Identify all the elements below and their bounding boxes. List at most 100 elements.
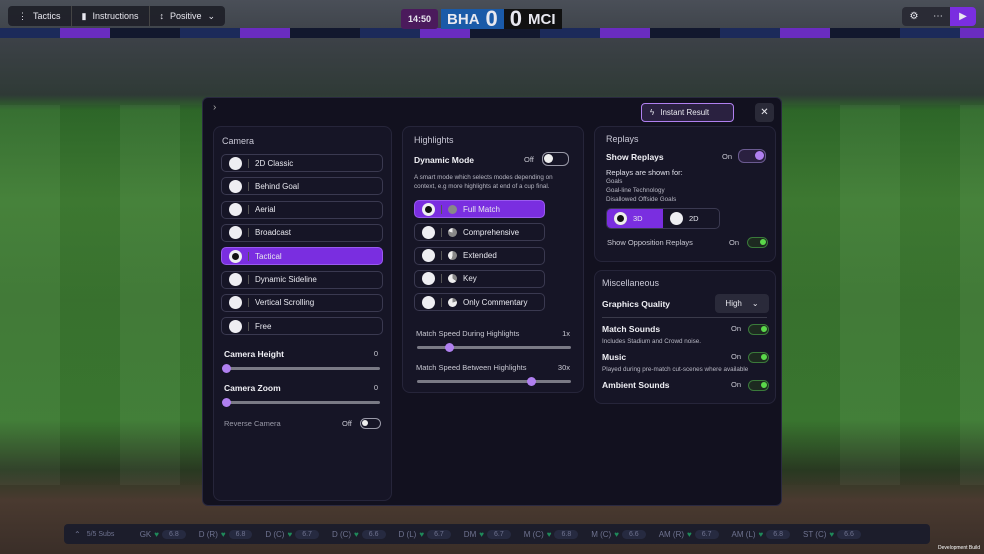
highlights-option[interactable]: Full Match <box>414 200 545 218</box>
instant-result-button[interactable]: ϟ Instant Result <box>641 103 734 122</box>
mentality-dropdown[interactable]: ↕ Positive ⌄ <box>150 6 226 26</box>
player-slot[interactable]: ST (C) ♥ 6.6 <box>803 529 861 539</box>
player-rating: 6.7 <box>295 529 319 539</box>
expand-chevron-icon[interactable]: ⌃ <box>74 530 81 539</box>
position-label: M (C) <box>591 529 612 539</box>
camera-panel: Camera 2D Classic Behind Goal Aerial Broadc… <box>213 126 392 501</box>
dynamic-mode-toggle[interactable] <box>542 152 569 166</box>
tactics-label: Tactics <box>33 11 61 21</box>
camera-option[interactable]: Free <box>221 317 383 336</box>
slider-thumb[interactable] <box>526 377 536 386</box>
position-label: D (R) <box>198 529 218 539</box>
lightning-icon: ϟ <box>650 108 655 117</box>
highlights-option[interactable]: Only Commentary <box>414 293 545 312</box>
show-replays-toggle[interactable] <box>738 149 766 163</box>
player-slot[interactable]: D (C) ♥ 6.6 <box>331 529 386 539</box>
camera-option[interactable]: Tactical <box>221 247 383 266</box>
camera-option[interactable]: Behind Goal <box>221 177 383 196</box>
slider-thumb[interactable] <box>222 364 231 373</box>
match-sounds-state: On <box>731 324 742 333</box>
separator <box>248 321 249 331</box>
clipboard-icon: ▮ <box>81 10 87 21</box>
opposition-replays-toggle[interactable] <box>747 237 768 248</box>
graphics-quality-value: High <box>725 299 742 308</box>
player-slot[interactable]: GK ♥ 6.8 <box>140 529 186 539</box>
highlights-option[interactable]: Comprehensive <box>414 223 545 242</box>
ambient-sounds-toggle[interactable] <box>748 380 769 391</box>
speed-between-slider[interactable] <box>417 377 571 386</box>
separator <box>248 228 249 238</box>
position-label: D (C) <box>331 529 352 539</box>
heart-icon: ♥ <box>546 529 552 539</box>
tactics-button[interactable]: ⋮ Tactics <box>8 6 72 26</box>
player-slot[interactable]: DM ♥ 6.7 <box>464 529 511 539</box>
reverse-camera-toggle[interactable] <box>360 418 381 429</box>
slider-thumb[interactable] <box>222 398 231 407</box>
camera-option[interactable]: Aerial <box>221 200 383 219</box>
separator <box>441 274 442 284</box>
speed-during-slider[interactable] <box>417 343 571 352</box>
camera-height-slider[interactable] <box>222 364 380 373</box>
instructions-button[interactable]: ▮ Instructions <box>72 6 150 26</box>
camera-title: Camera <box>222 136 255 146</box>
music-toggle[interactable] <box>748 352 769 363</box>
highlights-option-label: Key <box>463 274 477 284</box>
camera-option[interactable]: Dynamic Sideline <box>221 270 383 289</box>
more-icon: ⋯ <box>933 11 943 22</box>
gear-icon: ⚙ <box>909 11 919 22</box>
mode-2d-label: 2D <box>689 214 699 223</box>
close-button[interactable]: ✕ <box>755 103 774 122</box>
player-slot[interactable]: D (L) ♥ 6.7 <box>399 529 451 539</box>
camera-option-label: Tactical <box>255 251 282 261</box>
mode-3d-option[interactable]: 3D <box>607 209 663 228</box>
collapse-chevron-icon[interactable]: › <box>213 102 216 113</box>
player-slot[interactable]: AM (L) ♥ 6.8 <box>732 529 790 539</box>
camera-option[interactable]: Vertical Scrolling <box>221 293 383 312</box>
player-rating: 6.7 <box>487 529 511 539</box>
heart-icon: ♥ <box>287 529 293 539</box>
ambient-sounds-state: On <box>731 380 742 389</box>
position-label: D (C) <box>265 529 285 539</box>
mode-2d-option[interactable]: 2D <box>663 209 719 228</box>
replays-shown-for: Replays are shown for: <box>606 168 683 177</box>
camera-zoom-slider[interactable] <box>222 398 380 407</box>
radio <box>229 203 242 217</box>
away-score: 0 <box>509 6 523 31</box>
highlights-option[interactable]: Extended <box>414 246 545 265</box>
player-rating: 6.6 <box>361 529 386 539</box>
player-slot[interactable]: D (C) ♥ 6.7 <box>265 529 319 539</box>
heart-icon: ♥ <box>154 529 160 539</box>
match-toolbar: ⋮ Tactics ▮ Instructions ↕ Positive ⌄ <box>8 6 226 26</box>
lineup-bar: ⌃ 5/5 Subs GK ♥ 6.8 D (R) ♥ 6.8 D (C) ♥ 6.7 D (C)… <box>64 524 930 544</box>
highlights-option-label: Full Match <box>463 204 500 214</box>
separator <box>248 158 249 168</box>
divider <box>602 317 767 318</box>
player-slot[interactable]: AM (R) ♥ 6.7 <box>659 529 719 539</box>
graphics-quality-label: Graphics Quality <box>602 299 671 309</box>
highlights-option-label: Extended <box>463 251 497 261</box>
separator <box>441 251 442 261</box>
slider-thumb[interactable] <box>445 343 455 352</box>
radio <box>229 156 242 170</box>
camera-option[interactable]: 2D Classic <box>221 154 383 172</box>
graphics-quality-dropdown[interactable]: High ⌄ <box>715 294 769 313</box>
speed-between-label: Match Speed Between Highlights <box>416 363 527 372</box>
more-button[interactable]: ⋯ <box>926 7 950 26</box>
heart-icon: ♥ <box>479 529 484 539</box>
music-state: On <box>731 352 742 361</box>
camera-option-label: Free <box>255 321 272 331</box>
separator <box>441 227 442 237</box>
settings-button[interactable]: ⚙ <box>902 7 926 26</box>
highlights-option[interactable]: Key <box>414 269 545 288</box>
show-replays-state: On <box>722 152 733 161</box>
player-rating: 6.6 <box>837 529 861 539</box>
play-button[interactable]: ▶ <box>950 7 976 26</box>
radio <box>422 202 435 216</box>
player-slot[interactable]: D (R) ♥ 6.8 <box>198 529 253 539</box>
player-slot[interactable]: M (C) ♥ 6.6 <box>591 529 646 539</box>
camera-option[interactable]: Broadcast <box>221 223 383 242</box>
player-slot[interactable]: M (C) ♥ 6.8 <box>524 529 579 539</box>
highlights-panel: Highlights Dynamic Mode Off A smart mode… <box>402 126 584 393</box>
match-sounds-toggle[interactable] <box>748 324 769 335</box>
match-settings-modal: › ϟ Instant Result ✕ Camera 2D Classic Beh… <box>202 97 782 506</box>
